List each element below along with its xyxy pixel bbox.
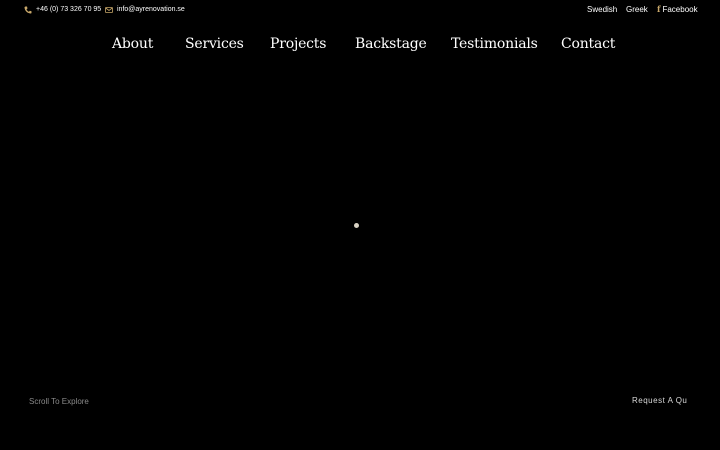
facebook-icon: f: [657, 4, 661, 14]
nav-testimonials[interactable]: Testimonials: [451, 33, 538, 55]
facebook-link[interactable]: f Facebook: [657, 4, 698, 15]
facebook-label: Facebook: [662, 5, 698, 14]
envelope-icon: [105, 6, 113, 14]
top-bar: +46 (0) 73 326 70 95 info@ayrenovation.s…: [0, 0, 720, 20]
nav-projects[interactable]: Projects: [270, 33, 326, 55]
main-navigation: About Services Projects Backstage Testim…: [0, 33, 720, 57]
scroll-to-explore-label: Scroll To Explore: [29, 397, 89, 406]
phone-link[interactable]: +46 (0) 73 326 70 95: [24, 5, 101, 15]
phone-number: +46 (0) 73 326 70 95: [36, 6, 102, 13]
nav-backstage[interactable]: Backstage: [355, 33, 427, 55]
nav-contact[interactable]: Contact: [561, 33, 615, 55]
language-swedish-link[interactable]: Swedish: [587, 4, 617, 15]
email-address: info@ayrenovation.se: [117, 6, 185, 13]
nav-about[interactable]: About: [112, 33, 153, 55]
email-link[interactable]: info@ayrenovation.se: [105, 5, 185, 15]
request-quote-button[interactable]: Request A Qu: [632, 395, 720, 406]
language-greek-link[interactable]: Greek: [626, 4, 648, 15]
nav-services[interactable]: Services: [185, 33, 244, 55]
loading-indicator: [354, 223, 359, 228]
phone-icon: [24, 6, 32, 14]
